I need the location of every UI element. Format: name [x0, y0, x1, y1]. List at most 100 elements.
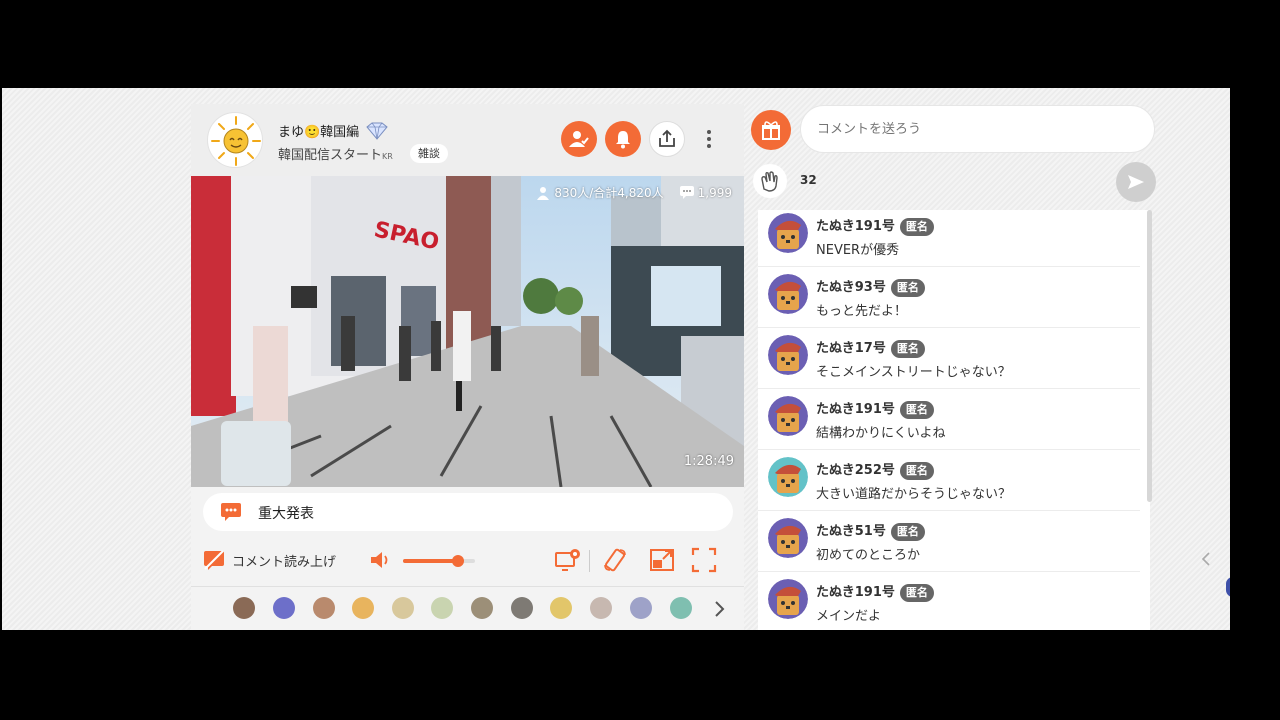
chevron-right-icon[interactable]: [712, 600, 726, 618]
chat-username[interactable]: たぬき252号 匿名: [816, 459, 934, 480]
country-code: KR: [382, 152, 393, 161]
emoji-trophy[interactable]: [630, 597, 652, 619]
chat-avatar[interactable]: [768, 335, 808, 375]
player-controls: コメント読み上げ: [191, 541, 744, 579]
tts-off-icon[interactable]: [203, 549, 225, 571]
broadcaster-avatar[interactable]: [207, 112, 263, 168]
notification-button[interactable]: [605, 121, 641, 157]
comment-input[interactable]: [800, 105, 1155, 153]
emoji-heart-box[interactable]: [550, 597, 572, 619]
chat-message[interactable]: たぬき17号 匿名 そこメインストリートじゃない？: [758, 328, 1140, 389]
chat-text: NEVERが優秀: [816, 243, 900, 258]
emoji-box[interactable]: [431, 597, 453, 619]
chat-message[interactable]: たぬき191号 匿名メインだよ: [758, 572, 1140, 630]
announcement-icon: [221, 503, 241, 521]
emoji-bus[interactable]: [392, 597, 414, 619]
bell-icon: [616, 131, 630, 149]
chat-avatar[interactable]: [768, 274, 808, 314]
control-divider: [589, 550, 590, 572]
anonymous-badge: 匿名: [899, 584, 934, 602]
emoji-bottles-dark[interactable]: [511, 597, 533, 619]
emoji-bowl[interactable]: [313, 597, 335, 619]
chat-username[interactable]: たぬき51号 匿名: [816, 520, 925, 541]
chat-username[interactable]: たぬき191号 匿名: [816, 215, 934, 236]
chat-avatar[interactable]: [768, 518, 808, 558]
emoji-bottles[interactable]: [471, 597, 493, 619]
collapse-panel-icon[interactable]: [1198, 551, 1214, 567]
chat-avatar[interactable]: [768, 579, 808, 619]
chat-username-text: たぬき51号: [816, 524, 886, 539]
emoji-phone[interactable]: [670, 597, 692, 619]
stream-title: 韓国配信スタートKR: [278, 144, 393, 163]
chat-message[interactable]: たぬき191号 匿名 結構わかりにくいよね: [758, 389, 1140, 450]
anonymous-badge: 匿名: [899, 462, 934, 480]
player-panel: まゆ🙂韓国編 韓国配信スタートKR 雑談 SPAO 830人/合計4,820人 …: [191, 104, 744, 630]
volume-slider[interactable]: [403, 555, 475, 567]
chat-message[interactable]: たぬき93号 匿名もっと先だよ！: [758, 267, 1140, 328]
category-badge[interactable]: 雑談: [410, 144, 448, 163]
chat-username[interactable]: たぬき191号 匿名: [816, 581, 934, 602]
chat-message[interactable]: たぬき51号 匿名初めてのところか: [758, 511, 1140, 572]
clap-button[interactable]: [753, 164, 787, 198]
chat-message[interactable]: たぬき191号 匿名 NEVERが優秀: [758, 210, 1140, 267]
emoji-tanuki[interactable]: [233, 597, 255, 619]
chat-username-text: たぬき191号: [816, 219, 895, 234]
tanuki-avatar-icon: [768, 274, 808, 314]
clap-icon: [761, 171, 778, 192]
chat-avatar[interactable]: [768, 213, 808, 253]
chat-text: 大きい道路だからそうじゃない？: [816, 487, 1012, 502]
chat-avatar[interactable]: [768, 396, 808, 436]
comment-list[interactable]: たぬき191号 匿名 NEVERが優秀 たぬき93号 匿名 もっと先だよ！ たぬき17号 匿名…: [758, 210, 1150, 630]
tts-label[interactable]: コメント読み上げ: [232, 551, 336, 570]
video-player[interactable]: SPAO 830人/合計4,820人 1,999 1:28:49: [191, 176, 744, 487]
comment-count-icon: [679, 186, 694, 199]
chat-username[interactable]: たぬき17号 匿名: [816, 337, 925, 358]
clap-count: 32: [800, 173, 817, 187]
rotate-icon[interactable]: [602, 547, 628, 573]
page: まゆ🙂韓国編 韓国配信スタートKR 雑談 SPAO 830人/合計4,820人 …: [2, 88, 1230, 630]
chat-text: もっと先だよ！: [816, 304, 908, 319]
chat-text: メインだよ: [816, 609, 882, 624]
elapsed-time: 1:28:49: [683, 454, 734, 469]
more-button[interactable]: [697, 124, 721, 154]
chat-scrollbar[interactable]: [1147, 210, 1152, 502]
viewer-count: 830人/合計4,820人: [554, 186, 664, 200]
fullscreen-icon[interactable]: [691, 547, 717, 573]
chat-username[interactable]: たぬき93号 匿名: [816, 276, 925, 297]
viewer-icon: [537, 186, 550, 200]
tanuki-avatar-icon: [768, 335, 808, 375]
follow-icon: [569, 131, 589, 147]
share-button[interactable]: [649, 121, 685, 157]
send-icon: [1128, 175, 1144, 189]
notice-bar[interactable]: 重大発表: [203, 493, 733, 531]
chat-username[interactable]: たぬき191号 匿名: [816, 398, 934, 419]
chat-message[interactable]: たぬき252号 匿名大きい道路だからそうじゃない？: [758, 450, 1140, 511]
emoji-glasses[interactable]: [590, 597, 612, 619]
comment-count: 1,999: [697, 185, 732, 200]
gift-button[interactable]: [751, 110, 791, 150]
side-widget-tab[interactable]: [1226, 577, 1230, 597]
stream-title-text: 韓国配信スタート: [278, 148, 383, 163]
send-button[interactable]: [1116, 162, 1156, 202]
stream-video-frame: SPAO: [191, 176, 744, 487]
chat-username-text: たぬき191号: [816, 585, 895, 600]
anonymous-badge: 匿名: [890, 523, 925, 541]
chat-text: 初めてのところか: [816, 548, 921, 563]
settings-icon[interactable]: [554, 547, 582, 573]
follow-button[interactable]: [561, 121, 597, 157]
volume-thumb[interactable]: [451, 555, 464, 567]
emoji-galaxy[interactable]: [273, 597, 295, 619]
tanuki-avatar-icon: [768, 457, 808, 497]
chat-panel: 32 たぬき191号匿名NEVERが優秀たぬき93号匿名もっと先だよ！たぬき17…: [747, 88, 1167, 630]
diamond-icon: [366, 122, 389, 140]
emoji-cake[interactable]: [352, 597, 374, 619]
stream-stats: 830人/合計4,820人 1,999: [536, 184, 732, 201]
broadcaster-name[interactable]: まゆ🙂韓国編: [278, 121, 389, 141]
chat-username-text: たぬき93号: [816, 280, 886, 295]
pip-icon[interactable]: [649, 547, 675, 573]
chat-avatar[interactable]: [768, 457, 808, 497]
notice-text: 重大発表: [258, 506, 314, 522]
emoji-strip: [191, 586, 744, 630]
speaker-icon[interactable]: [369, 549, 395, 571]
anonymous-badge: 匿名: [890, 340, 925, 358]
